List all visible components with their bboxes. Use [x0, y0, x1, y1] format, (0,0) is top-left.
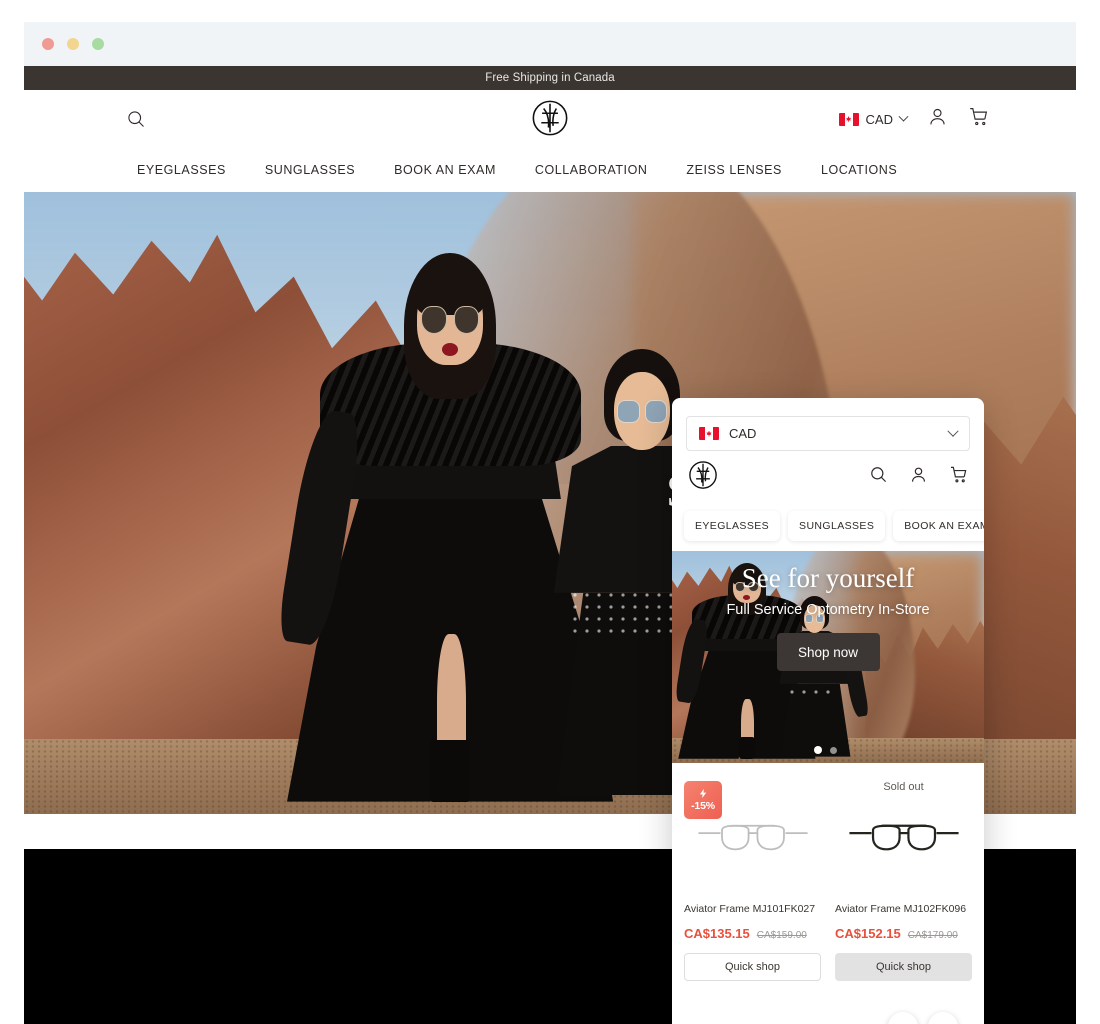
carousel-next-button[interactable]: ›: [928, 1012, 958, 1024]
window-close-button[interactable]: [42, 38, 54, 50]
announcement-text: Free Shipping in Canada: [485, 72, 615, 84]
chevron-down-icon: [947, 425, 959, 437]
product-card[interactable]: -15% Aviator Frame MJ101FK027 CA$135.15 …: [684, 781, 821, 981]
nav-item-collaboration[interactable]: COLLABORATION: [535, 163, 648, 177]
site-header: CAD: [24, 90, 1076, 148]
modal-hero-carousel: See for yourself Full Service Optometry …: [672, 551, 984, 763]
search-icon[interactable]: [869, 465, 888, 489]
user-icon[interactable]: [909, 465, 928, 489]
browser-chrome: [24, 22, 1076, 66]
announcement-bar: Free Shipping in Canada: [24, 66, 1076, 90]
modal-nav-item-book-an-exam[interactable]: BOOK AN EXAM: [893, 511, 984, 541]
canada-flag-icon: [699, 427, 719, 440]
brand-logo[interactable]: [531, 99, 569, 142]
carousel-dots: [814, 746, 837, 754]
product-grid: -15% Aviator Frame MJ101FK027 CA$135.15 …: [672, 763, 984, 981]
canada-flag-icon: [838, 112, 859, 126]
modal-currency-selector[interactable]: CAD: [686, 416, 970, 451]
modal-navigation: EYEGLASSES SUNGLASSES BOOK AN EXAM COLLA…: [672, 503, 984, 551]
product-sale-price: CA$152.15: [835, 926, 901, 941]
preview-modal: CAD EYEGLASSES SUNGLASSES BOOK AN EXAM S…: [672, 398, 984, 1024]
modal-hero-copy: See for yourself Full Service Optometry …: [672, 563, 984, 671]
user-icon[interactable]: [927, 106, 948, 132]
window-maximize-button[interactable]: [92, 38, 104, 50]
carousel-dot-1[interactable]: [814, 746, 822, 754]
cart-icon[interactable]: [968, 106, 989, 132]
main-navigation: EYEGLASSES SUNGLASSES BOOK AN EXAM COLLA…: [24, 148, 1076, 192]
discount-percent: -15%: [691, 800, 715, 812]
nav-item-sunglasses[interactable]: SUNGLASSES: [265, 163, 355, 177]
product-compare-price: CA$179.00: [907, 930, 958, 941]
modal-hero-title: See for yourself: [741, 563, 915, 593]
product-compare-price: CA$159.00: [756, 930, 807, 941]
product-name: Aviator Frame MJ101FK027: [684, 903, 816, 915]
discount-badge: -15%: [684, 781, 722, 819]
product-price: CA$135.15 CA$159.00: [684, 926, 821, 941]
modal-shop-now-button[interactable]: Shop now: [776, 633, 880, 671]
modal-currency-code: CAD: [729, 426, 757, 441]
quick-shop-button[interactable]: Quick shop: [835, 953, 972, 981]
modal-nav-item-sunglasses[interactable]: SUNGLASSES: [788, 511, 886, 541]
carousel-prev-button[interactable]: ‹: [888, 1012, 918, 1024]
chevron-down-icon: [898, 111, 909, 122]
cart-icon[interactable]: [949, 465, 968, 489]
nav-item-eyeglasses[interactable]: EYEGLASSES: [137, 163, 226, 177]
currency-code: CAD: [865, 111, 893, 127]
modal-nav-item-eyeglasses[interactable]: EYEGLASSES: [684, 511, 781, 541]
product-card[interactable]: Sold out Aviator Frame MJ102FK096 CA$152…: [835, 781, 972, 981]
quick-shop-button[interactable]: Quick shop: [684, 953, 821, 981]
window-controls: [42, 38, 104, 50]
nav-item-locations[interactable]: LOCATIONS: [821, 163, 897, 177]
product-name: Aviator Frame MJ102FK096: [835, 903, 967, 915]
window-minimize-button[interactable]: [67, 38, 79, 50]
nav-item-zeiss-lenses[interactable]: ZEISS LENSES: [686, 163, 782, 177]
header-actions: CAD: [838, 106, 989, 132]
search-icon[interactable]: [126, 109, 146, 134]
modal-header-actions: [869, 465, 968, 489]
lightning-bolt-icon: [699, 788, 706, 799]
modal-header: [672, 451, 984, 503]
currency-selector[interactable]: CAD: [838, 111, 909, 127]
modal-hero-subtitle: Full Service Optometry In-Store: [726, 602, 930, 618]
carousel-arrows: ‹ ›: [888, 1012, 958, 1024]
brand-logo[interactable]: [688, 460, 718, 495]
product-sale-price: CA$135.15: [684, 926, 750, 941]
carousel-dot-2[interactable]: [830, 746, 837, 754]
product-price: CA$152.15 CA$179.00: [835, 926, 972, 941]
nav-item-book-an-exam[interactable]: BOOK AN EXAM: [394, 163, 496, 177]
product-image: [835, 795, 972, 883]
product-status: Sold out: [883, 781, 924, 793]
screenshot-root: Free Shipping in Canada CAD EYEGLASSES S…: [0, 0, 1100, 1024]
